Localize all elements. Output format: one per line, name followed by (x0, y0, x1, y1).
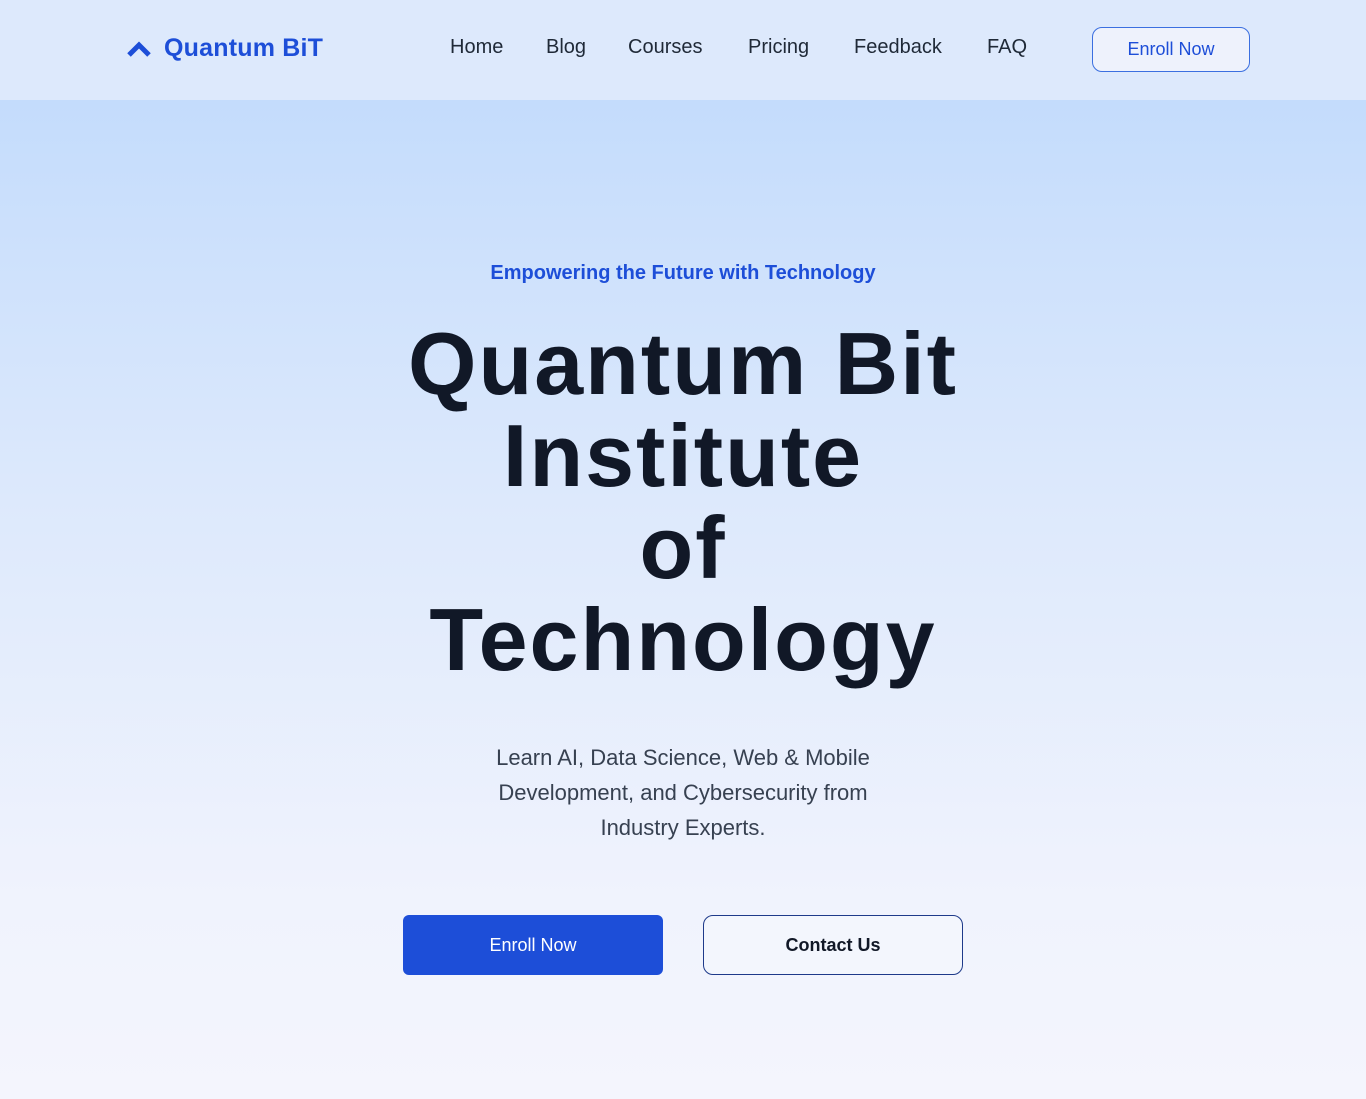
hero-title-line: Quantum Bit (408, 314, 958, 413)
nav-link-feedback[interactable]: Feedback (854, 36, 942, 59)
contact-us-button[interactable]: Contact Us (703, 915, 963, 975)
nav-link-home[interactable]: Home (450, 36, 503, 59)
hero-tagline: Empowering the Future with Technology (490, 262, 876, 284)
navbar: Quantum BiT Home Blog Courses Pricing Fe… (0, 0, 1366, 100)
enroll-now-button[interactable]: Enroll Now (403, 915, 663, 975)
nav-enroll-button[interactable]: Enroll Now (1092, 27, 1250, 72)
hero-title: Quantum Bit Institute of Technology (383, 318, 983, 686)
hero-title-line: of (639, 498, 727, 597)
nav-link-courses[interactable]: Courses (628, 36, 702, 59)
nav-link-faq[interactable]: FAQ (987, 36, 1027, 59)
nav-link-pricing[interactable]: Pricing (748, 36, 809, 59)
hero-title-line: Technology (429, 590, 937, 689)
nav-link-blog[interactable]: Blog (546, 36, 586, 59)
hero-subtitle: Learn AI, Data Science, Web & Mobile Dev… (496, 745, 870, 840)
hero-title-line: Institute (502, 406, 864, 505)
